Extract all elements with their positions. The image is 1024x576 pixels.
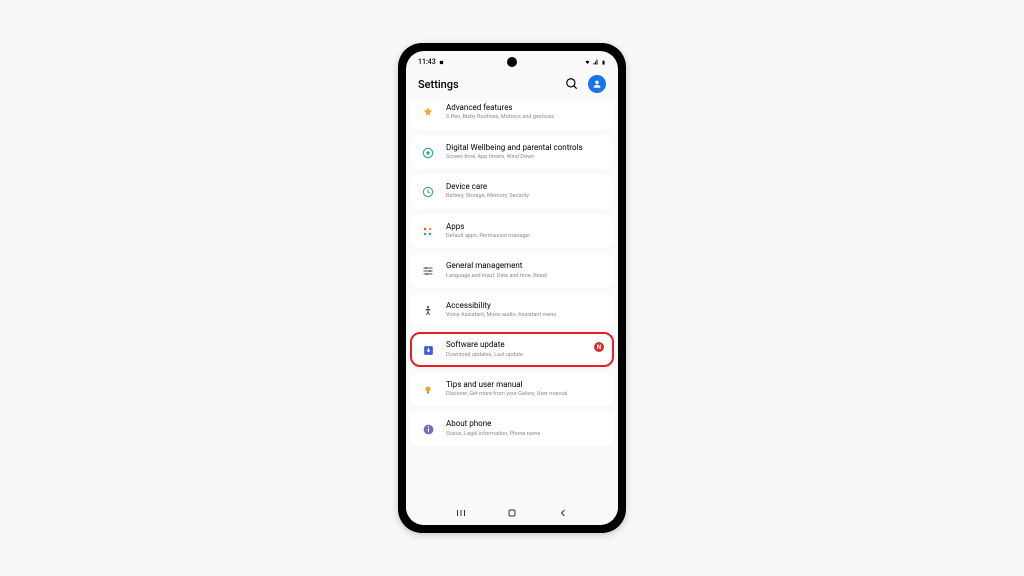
account-avatar[interactable]	[588, 75, 606, 93]
item-accessibility[interactable]: Accessibility Voice Assistant, Mono audi…	[410, 293, 614, 328]
setting-subtitle: Discover, Get more from your Galaxy, Use…	[446, 391, 604, 398]
item-advanced-features[interactable]: Advanced features S Pen, Bixby Routines,…	[410, 101, 614, 130]
setting-subtitle: Download updates, Last update	[446, 352, 584, 359]
nav-home[interactable]	[505, 506, 519, 520]
search-icon	[565, 77, 579, 91]
setting-subtitle: S Pen, Bixby Routines, Motions and gestu…	[446, 114, 604, 121]
setting-title: Accessibility	[446, 301, 604, 311]
phone-frame: 11:43 Settings	[398, 43, 626, 533]
digital-wellbeing-icon	[420, 145, 436, 161]
wifi-icon	[584, 59, 591, 65]
accessibility-icon	[420, 303, 436, 319]
battery-icon	[601, 59, 606, 66]
setting-content: Digital Wellbeing and parental controls …	[446, 143, 604, 162]
general-management-icon	[420, 263, 436, 279]
about-phone-icon	[420, 421, 436, 437]
status-notification-icon	[439, 60, 444, 65]
setting-subtitle: Status, Legal information, Phone name	[446, 431, 604, 438]
update-badge: N	[594, 342, 604, 352]
setting-title: About phone	[446, 419, 604, 429]
software-update-icon	[420, 342, 436, 358]
tips-icon	[420, 382, 436, 398]
setting-subtitle: Battery, Storage, Memory, Security	[446, 193, 604, 200]
status-time: 11:43	[418, 58, 436, 66]
settings-list: Advanced features S Pen, Bixby Routines,…	[406, 99, 618, 507]
setting-content: Apps Default apps, Permission manager	[446, 222, 604, 241]
camera-punch	[507, 57, 517, 67]
setting-subtitle: Default apps, Permission manager	[446, 233, 604, 240]
settings-header: Settings	[406, 69, 618, 99]
setting-content: Accessibility Voice Assistant, Mono audi…	[446, 301, 604, 320]
item-about-phone[interactable]: About phone Status, Legal information, P…	[410, 411, 614, 446]
screen: 11:43 Settings	[406, 51, 618, 525]
apps-icon	[420, 224, 436, 240]
setting-subtitle: Language and input, Date and time, Reset	[446, 273, 604, 280]
setting-title: Apps	[446, 222, 604, 232]
status-right	[584, 59, 606, 66]
setting-content: Advanced features S Pen, Bixby Routines,…	[446, 103, 604, 122]
setting-title: Advanced features	[446, 103, 604, 113]
signal-icon	[593, 59, 599, 65]
setting-content: Software update Download updates, Last u…	[446, 340, 584, 359]
item-general-management[interactable]: General management Language and input, D…	[410, 253, 614, 288]
setting-subtitle: Screen time, App timers, Wind Down	[446, 154, 604, 161]
setting-subtitle: Voice Assistant, Mono audio, Assistant m…	[446, 312, 604, 319]
page-title: Settings	[418, 78, 556, 91]
setting-content: Tips and user manual Discover, Get more …	[446, 380, 604, 399]
status-left: 11:43	[418, 58, 444, 66]
setting-content: Device care Battery, Storage, Memory, Se…	[446, 182, 604, 201]
nav-back[interactable]	[556, 506, 570, 520]
item-device-care[interactable]: Device care Battery, Storage, Memory, Se…	[410, 174, 614, 209]
setting-content: About phone Status, Legal information, P…	[446, 419, 604, 438]
setting-title: Device care	[446, 182, 604, 192]
setting-title: Tips and user manual	[446, 380, 604, 390]
navigation-bar	[406, 501, 618, 525]
item-software-update[interactable]: Software update Download updates, Last u…	[410, 332, 614, 367]
nav-recents[interactable]	[454, 506, 468, 520]
setting-title: Software update	[446, 340, 584, 350]
item-apps[interactable]: Apps Default apps, Permission manager	[410, 214, 614, 249]
setting-title: Digital Wellbeing and parental controls	[446, 143, 604, 153]
advanced-features-icon	[420, 105, 436, 121]
setting-title: General management	[446, 261, 604, 271]
person-icon	[592, 79, 602, 89]
item-tips-manual[interactable]: Tips and user manual Discover, Get more …	[410, 372, 614, 407]
setting-content: General management Language and input, D…	[446, 261, 604, 280]
search-button[interactable]	[564, 76, 580, 92]
device-care-icon	[420, 184, 436, 200]
item-digital-wellbeing[interactable]: Digital Wellbeing and parental controls …	[410, 135, 614, 170]
